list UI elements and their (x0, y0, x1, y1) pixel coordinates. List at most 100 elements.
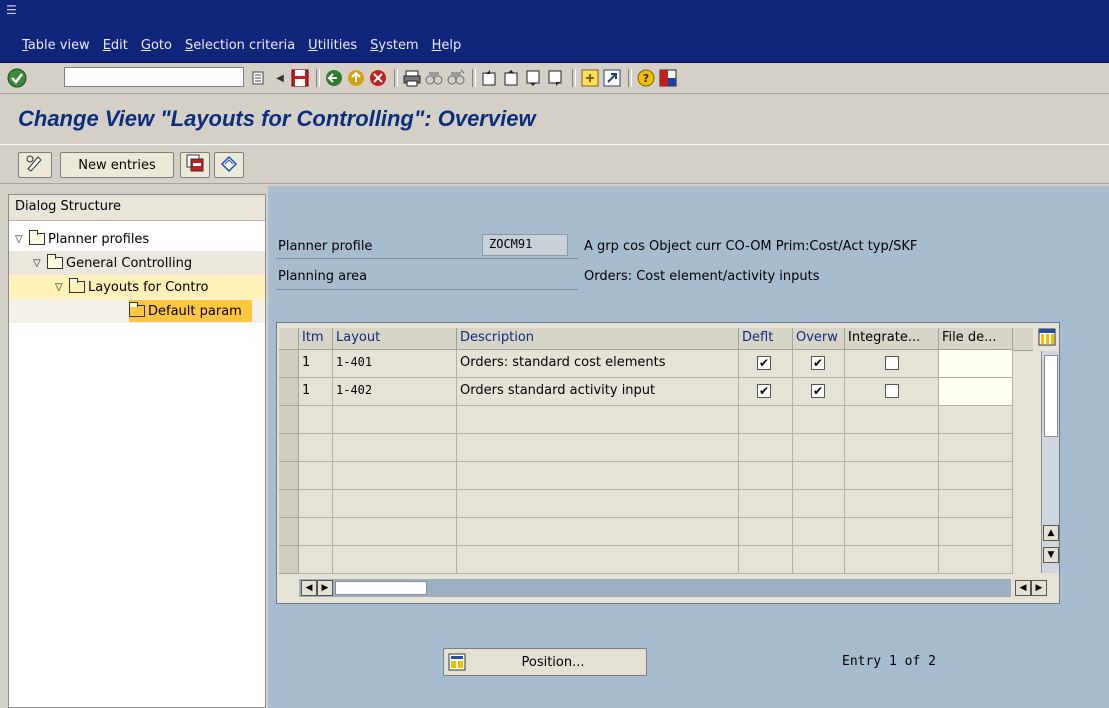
system-menu-icon[interactable]: ☰ (6, 4, 20, 17)
cell-integrate (845, 350, 939, 378)
vertical-scrollbar[interactable]: ▲ ▼ (1041, 351, 1059, 573)
cell-file[interactable] (939, 350, 1013, 378)
row-selector[interactable] (279, 490, 299, 518)
new-entries-label: New entries (78, 157, 156, 173)
scroll-down-icon[interactable]: ▼ (1043, 547, 1059, 563)
previous-page-icon[interactable] (502, 68, 522, 88)
column-header-overw[interactable]: Overw (793, 328, 845, 350)
cell-description[interactable]: Orders: standard cost elements (457, 350, 739, 378)
enter-icon[interactable] (6, 67, 28, 89)
integrate-checkbox[interactable] (885, 384, 899, 398)
planner-profile-field[interactable]: ZOCM91 (482, 234, 568, 256)
column-header-deflt[interactable]: Deflt (739, 328, 793, 350)
menu-help[interactable]: Help (426, 37, 468, 55)
row-selector[interactable] (279, 350, 299, 378)
separator (572, 69, 576, 87)
table-settings-icon[interactable] (1038, 328, 1056, 346)
menu-selection-criteria[interactable]: Selection criteria (179, 37, 301, 55)
save-icon[interactable] (290, 68, 310, 88)
command-field[interactable] (64, 67, 244, 87)
scroll-right-icon[interactable]: ▶ (317, 580, 333, 596)
position-button[interactable]: Position... (443, 648, 647, 676)
row-selector[interactable] (279, 378, 299, 406)
display-change-button[interactable] (18, 152, 52, 178)
vertical-scroll-thumb[interactable] (1044, 355, 1058, 437)
expand-toggle-icon[interactable]: ▽ (33, 258, 47, 269)
next-page-icon[interactable] (524, 68, 544, 88)
tree-node-layouts-for-controlling[interactable]: ▽ Layouts for Contro (9, 275, 265, 299)
tree-node-general-controlling[interactable]: ▽ General Controlling (9, 251, 265, 275)
first-page-icon[interactable] (480, 68, 500, 88)
cell-layout[interactable]: 1-402 (333, 378, 457, 406)
cell-file[interactable] (939, 378, 1013, 406)
last-page-icon[interactable] (546, 68, 566, 88)
overw-checkbox[interactable]: ✔ (811, 384, 825, 398)
collapse-arrow-icon[interactable]: ◀ (270, 68, 290, 88)
overw-checkbox[interactable]: ✔ (811, 356, 825, 370)
row-selector[interactable] (279, 546, 299, 574)
column-header-layout[interactable]: Layout (333, 328, 457, 350)
column-header-description[interactable]: Description (457, 328, 739, 350)
scroll-left-icon[interactable]: ◀ (1015, 580, 1031, 596)
menu-table-view[interactable]: Table view (16, 37, 96, 55)
cell-description[interactable]: Orders standard activity input (457, 378, 739, 406)
selected-node-highlight: Default param (129, 300, 252, 322)
cancel-icon[interactable] (368, 68, 388, 88)
integrate-checkbox[interactable] (885, 356, 899, 370)
column-header-integrate[interactable]: Integrate... (845, 328, 939, 350)
find-next-icon[interactable] (446, 68, 466, 88)
expand-toggle-icon[interactable]: ▽ (55, 282, 69, 293)
horizontal-scrollbar[interactable]: ◀ ▶ (299, 579, 1011, 597)
menu-bar: ☰ Table view Edit Goto Selection criteri… (0, 0, 1109, 63)
create-session-icon[interactable] (580, 68, 600, 88)
grid-line (738, 406, 739, 574)
help-icon[interactable]: ? (636, 68, 656, 88)
table-row[interactable]: 1 1-401 Orders: standard cost elements ✔… (299, 350, 1013, 378)
menu-utilities[interactable]: Utilities (302, 37, 363, 55)
menu-goto[interactable]: Goto (135, 37, 178, 55)
exit-icon[interactable] (346, 68, 366, 88)
cell-integrate (845, 378, 939, 406)
table-row[interactable]: 1 1-402 Orders standard activity input ✔… (299, 378, 1013, 406)
shortcut-icon[interactable] (602, 68, 622, 88)
back-icon[interactable] (324, 68, 344, 88)
select-all-cell[interactable] (279, 328, 299, 350)
layout-menu-icon[interactable] (658, 68, 678, 88)
row-selector[interactable] (279, 406, 299, 434)
planning-area-label: Planning area (278, 269, 368, 284)
new-entries-button[interactable]: New entries (60, 152, 174, 178)
row-selector[interactable] (279, 434, 299, 462)
deflt-checkbox[interactable]: ✔ (757, 384, 771, 398)
folder-icon (29, 230, 45, 245)
cell-itm[interactable]: 1 (299, 378, 333, 406)
column-header-file[interactable]: File de... (939, 328, 1013, 350)
find-icon[interactable] (424, 68, 444, 88)
tree-node-default-parameters[interactable]: Default param (9, 299, 265, 323)
planner-profile-label: Planner profile (278, 239, 373, 254)
horizontal-scroll-thumb[interactable] (335, 581, 427, 595)
grid-line (792, 406, 793, 574)
command-history-icon[interactable] (248, 68, 268, 88)
folder-icon (129, 302, 145, 317)
position-label: Position... (521, 654, 585, 670)
field-underline (276, 258, 578, 259)
scroll-left-icon[interactable]: ◀ (301, 580, 317, 596)
row-selector[interactable] (279, 518, 299, 546)
tree-node-planner-profiles[interactable]: ▽ Planner profiles (15, 227, 149, 251)
expand-toggle-icon[interactable]: ▽ (15, 234, 29, 245)
cell-layout[interactable]: 1-401 (333, 350, 457, 378)
menu-edit[interactable]: Edit (97, 37, 134, 55)
delete-button[interactable] (214, 152, 244, 178)
menu-system[interactable]: System (364, 37, 425, 55)
scroll-up-icon[interactable]: ▲ (1043, 525, 1059, 541)
cell-deflt: ✔ (739, 350, 793, 378)
column-header-itm[interactable]: Itm (299, 328, 333, 350)
folder-icon (47, 254, 63, 269)
cell-itm[interactable]: 1 (299, 350, 333, 378)
copy-as-button[interactable] (180, 152, 210, 178)
row-selector[interactable] (279, 462, 299, 490)
print-icon[interactable] (402, 68, 422, 88)
deflt-checkbox[interactable]: ✔ (757, 356, 771, 370)
scroll-right-icon[interactable]: ▶ (1031, 580, 1047, 596)
pencil-glasses-icon (25, 154, 45, 176)
